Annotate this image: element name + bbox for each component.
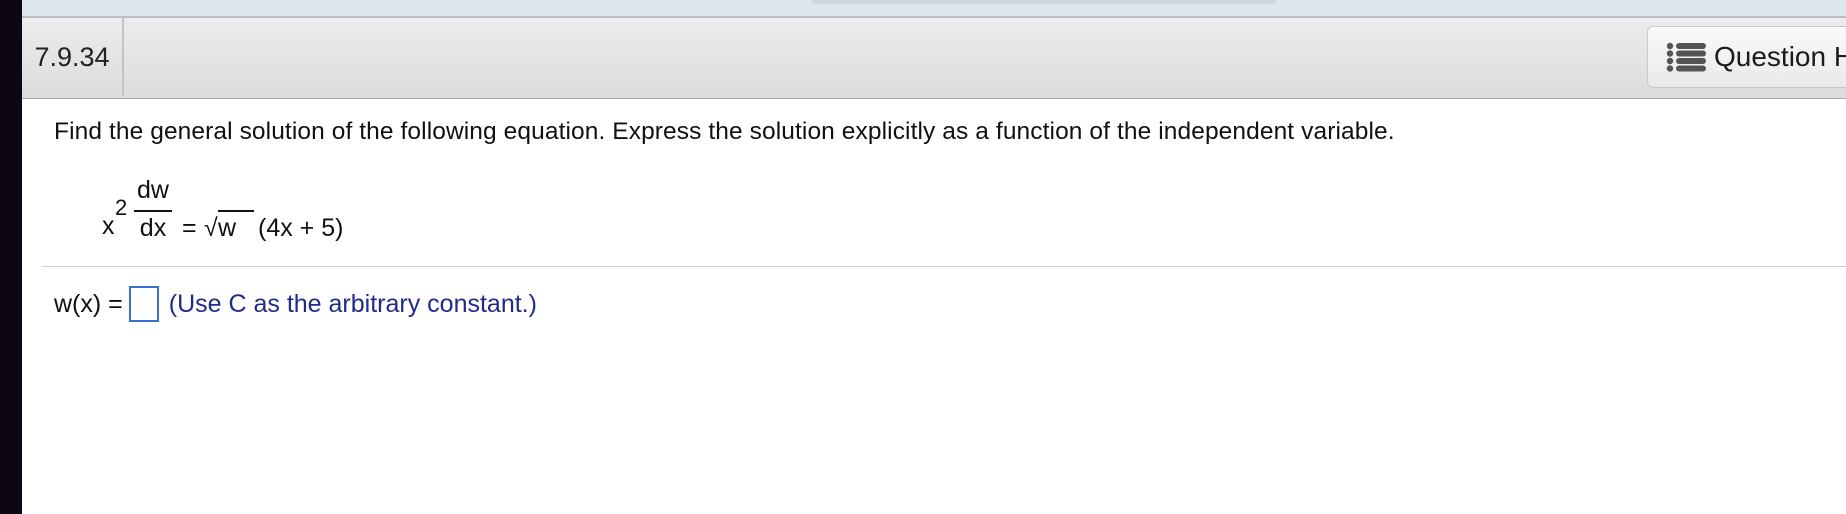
answer-row: w(x) = (Use C as the arbitrary constant.… xyxy=(54,284,537,324)
radicand: w xyxy=(218,214,237,242)
list-icon xyxy=(1666,42,1706,72)
equals-sign: = xyxy=(182,214,197,242)
question-instruction: Find the general solution of the followi… xyxy=(54,118,1395,145)
answer-hint: (Use C as the arbitrary constant.) xyxy=(168,289,537,318)
top-toolbar-strip xyxy=(22,0,1846,18)
question-header: 7.9.34 Question H xyxy=(22,18,1846,99)
question-help-button[interactable]: Question H xyxy=(1647,26,1846,88)
fraction-bar xyxy=(134,210,172,212)
rhs-factor: (4x + 5) xyxy=(258,214,344,242)
answer-label: w(x) = xyxy=(54,289,123,318)
fraction-numerator: dw xyxy=(137,176,169,204)
window-left-edge xyxy=(0,0,22,514)
question-number: 7.9.34 xyxy=(22,18,124,96)
fraction-denominator: dx xyxy=(139,214,167,242)
answer-input-box[interactable] xyxy=(128,286,159,322)
equation-lhs-exponent: 2 xyxy=(115,195,128,220)
top-tab-indicator xyxy=(812,0,1276,4)
square-root-icon: √ xyxy=(204,214,218,242)
question-content: Find the general solution of the followi… xyxy=(54,118,1846,242)
section-divider xyxy=(42,266,1846,267)
equation-lhs-base: x xyxy=(102,212,115,240)
square-root-bar xyxy=(218,210,254,212)
question-help-label: Question H xyxy=(1714,41,1846,72)
